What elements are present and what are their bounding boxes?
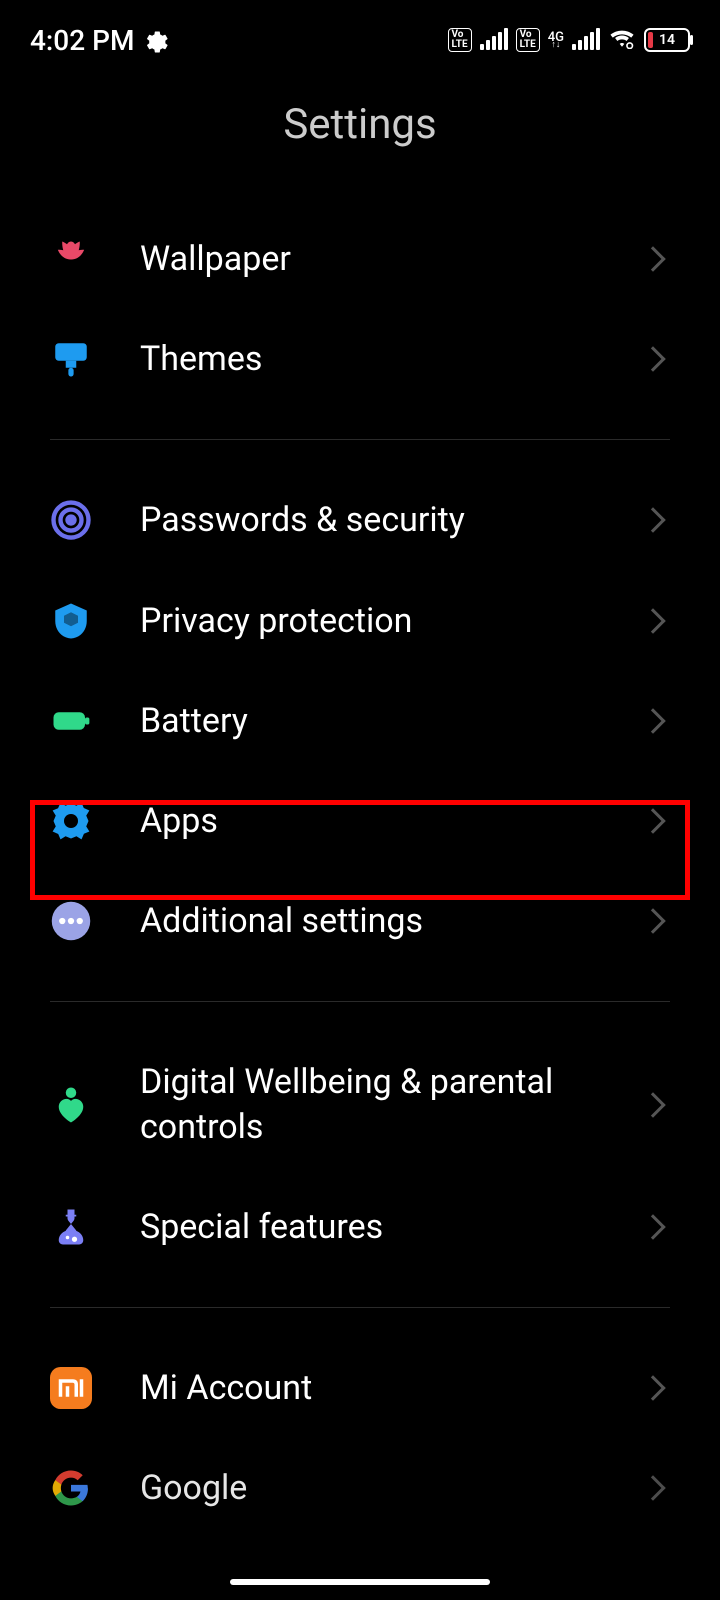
- status-bar: 4:02 PM VoLTE VoLTE 4G ↑↓: [0, 0, 720, 70]
- settings-item-battery[interactable]: Battery: [50, 671, 670, 771]
- item-label: Privacy protection: [140, 599, 644, 643]
- chevron-right-icon: [640, 808, 665, 833]
- settings-item-themes[interactable]: Themes: [50, 309, 670, 409]
- item-label: Apps: [140, 799, 644, 843]
- chevron-right-icon: [640, 246, 665, 271]
- settings-item-passwords[interactable]: Passwords & security: [50, 470, 670, 570]
- settings-item-google[interactable]: Google: [50, 1438, 670, 1538]
- settings-item-privacy[interactable]: Privacy protection: [50, 571, 670, 671]
- settings-item-wallpaper[interactable]: Wallpaper: [50, 209, 670, 309]
- tulip-icon: [50, 238, 92, 280]
- chevron-right-icon: [640, 608, 665, 633]
- battery-icon: 14: [644, 28, 690, 52]
- settings-item-apps[interactable]: Apps: [50, 771, 670, 871]
- item-label: Themes: [140, 337, 644, 381]
- wifi-icon: [608, 27, 636, 53]
- shield-cube-icon: [50, 600, 92, 642]
- flask-icon: [50, 1206, 92, 1248]
- chevron-right-icon: [640, 347, 665, 372]
- settings-running-icon: [144, 28, 168, 52]
- settings-list: Wallpaper Themes Passwords & security Pr…: [0, 209, 720, 1538]
- status-time: 4:02 PM: [30, 24, 134, 57]
- status-left: 4:02 PM: [30, 24, 168, 57]
- signal-bars-2-icon: [572, 30, 600, 50]
- settings-item-additional[interactable]: Additional settings: [50, 871, 670, 971]
- item-label: Mi Account: [140, 1366, 644, 1410]
- divider: [50, 1307, 670, 1308]
- item-label: Digital Wellbeing & parental controls: [140, 1060, 644, 1148]
- battery-percent: 14: [646, 32, 688, 48]
- settings-item-mi-account[interactable]: Mi Account: [50, 1338, 670, 1438]
- page-title: Settings: [0, 70, 720, 209]
- brush-icon: [50, 338, 92, 380]
- item-label: Wallpaper: [140, 237, 644, 281]
- battery-landscape-icon: [50, 700, 92, 742]
- chevron-right-icon: [640, 1475, 665, 1500]
- item-label: Passwords & security: [140, 498, 644, 542]
- divider: [50, 439, 670, 440]
- chevron-right-icon: [640, 908, 665, 933]
- item-label: Battery: [140, 699, 644, 743]
- item-label: Special features: [140, 1205, 644, 1249]
- volte-icon-2: VoLTE: [516, 28, 540, 52]
- chevron-right-icon: [640, 1214, 665, 1239]
- settings-item-digital-wellbeing[interactable]: Digital Wellbeing & parental controls: [50, 1032, 670, 1176]
- settings-item-special-features[interactable]: Special features: [50, 1177, 670, 1277]
- google-g-icon: [50, 1467, 92, 1509]
- divider: [50, 1001, 670, 1002]
- chevron-right-icon: [640, 708, 665, 733]
- signal-bars-1-icon: [480, 30, 508, 50]
- chevron-right-icon: [640, 1092, 665, 1117]
- volte-icon: VoLTE: [448, 28, 472, 52]
- item-label: Additional settings: [140, 899, 644, 943]
- status-right: VoLTE VoLTE 4G ↑↓ 14: [448, 27, 691, 53]
- nav-indicator[interactable]: [230, 1579, 490, 1585]
- fingerprint-icon: [50, 499, 92, 541]
- gear-badge-icon: [50, 800, 92, 842]
- mi-logo-icon: [50, 1367, 92, 1409]
- chevron-right-icon: [640, 1375, 665, 1400]
- net-4g-group: 4G ↑↓: [548, 30, 564, 50]
- dots-circle-icon: [50, 900, 92, 942]
- item-label: Google: [140, 1466, 644, 1510]
- chevron-right-icon: [640, 508, 665, 533]
- person-heart-icon: [50, 1084, 92, 1126]
